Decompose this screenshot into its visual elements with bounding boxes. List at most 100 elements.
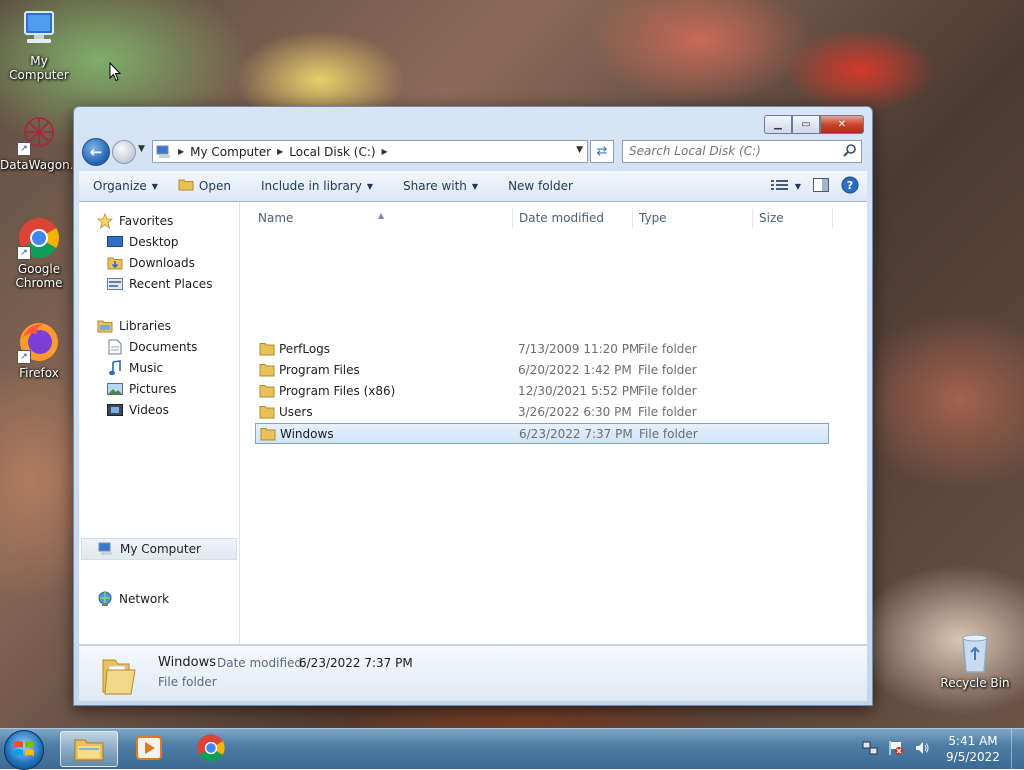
open-label: Open	[198, 179, 231, 193]
open-button[interactable]: Open	[168, 178, 241, 194]
maximize-icon: ▭	[801, 119, 811, 130]
file-row-selected[interactable]: Windows 6/23/2022 7:37 PM File folder	[255, 423, 829, 444]
address-history-icon[interactable]: ▼	[576, 145, 583, 155]
column-header-type[interactable]: Type	[633, 208, 753, 228]
breadcrumb-my-computer[interactable]: My Computer	[186, 145, 275, 159]
libraries-icon	[97, 318, 113, 334]
preview-pane-button[interactable]	[813, 178, 829, 195]
file-row[interactable]: PerfLogs 7/13/2009 11:20 PM File folder	[255, 339, 829, 360]
chevron-down-icon: ▼	[794, 182, 801, 191]
desktop-icon-firefox[interactable]: ↗ Firefox	[0, 320, 78, 380]
search-box[interactable]	[622, 140, 862, 163]
nav-label: Network	[119, 592, 170, 606]
taskbar-app-chrome[interactable]	[182, 731, 240, 767]
taskbar-app-explorer[interactable]	[60, 731, 118, 767]
file-date: 6/23/2022 7:37 PM	[519, 427, 633, 441]
breadcrumb-local-disk[interactable]: Local Disk (C:)	[285, 145, 379, 159]
file-date: 7/13/2009 11:20 PM	[518, 342, 640, 356]
volume-icon[interactable]	[914, 740, 930, 759]
breadcrumb-separator-icon[interactable]: ▶	[380, 147, 390, 156]
details-date-value: 6/23/2022 7:37 PM	[299, 656, 413, 670]
folder-icon	[260, 427, 276, 444]
file-type: File folder	[639, 427, 698, 441]
nav-item-downloads[interactable]: Downloads	[107, 255, 195, 271]
refresh-button[interactable]: ⇄	[590, 140, 614, 163]
folder-icon	[259, 405, 275, 422]
nav-item-my-computer[interactable]: My Computer	[81, 538, 237, 560]
mouse-cursor-icon	[109, 61, 122, 85]
downloads-folder-icon	[107, 255, 123, 271]
network-status-icon[interactable]	[862, 740, 878, 759]
minimize-button[interactable]: ▁	[764, 115, 792, 134]
desktop-icon-label: Recycle Bin	[940, 676, 1010, 690]
details-name: Windows	[158, 655, 217, 670]
taskbar-app-media-player[interactable]	[120, 731, 178, 767]
nav-item-desktop[interactable]: Desktop	[107, 234, 179, 250]
desktop-icon-label: Firefox	[19, 366, 59, 380]
help-button[interactable]: ?	[841, 176, 859, 197]
windows-logo-icon	[13, 739, 35, 762]
folder-icon	[259, 384, 275, 401]
chevron-down-icon: ▼	[471, 181, 479, 191]
maximize-button[interactable]: ▭	[792, 115, 820, 134]
column-header-label: Type	[639, 211, 667, 225]
desktop-icon-google-chrome[interactable]: ↗ Google Chrome	[0, 216, 78, 290]
new-folder-label: New folder	[508, 179, 573, 193]
file-name: PerfLogs	[279, 342, 331, 356]
pictures-icon	[107, 381, 123, 397]
file-row[interactable]: Users 3/26/2022 6:30 PM File folder	[255, 402, 829, 423]
share-with-button[interactable]: Share with ▼	[383, 179, 488, 193]
nav-label: Downloads	[129, 256, 195, 270]
organize-button[interactable]: Organize ▼	[79, 179, 168, 193]
nav-item-libraries[interactable]: Libraries	[97, 318, 171, 334]
desktop-icon-my-computer[interactable]: My Computer	[0, 8, 78, 82]
file-name: Users	[279, 405, 313, 419]
column-header-label: Size	[759, 211, 784, 225]
column-header-name[interactable]: Name ▲	[240, 208, 513, 228]
forward-button[interactable]	[112, 140, 136, 164]
nav-item-documents[interactable]: Documents	[107, 339, 197, 355]
nav-label: My Computer	[120, 542, 201, 556]
recent-pages-button[interactable]: ▼	[138, 144, 145, 154]
file-row[interactable]: Program Files (x86) 12/30/2021 5:52 PM F…	[255, 381, 829, 402]
column-header-size[interactable]: Size	[753, 208, 833, 228]
nav-label: Documents	[129, 340, 198, 354]
large-folder-icon	[99, 654, 139, 699]
file-row[interactable]: Program Files 6/20/2022 1:42 PM File fol…	[255, 360, 829, 381]
include-in-library-button[interactable]: Include in library ▼	[241, 179, 383, 193]
breadcrumb-separator-icon[interactable]: ▶	[176, 147, 186, 156]
close-button[interactable]: ✕	[820, 115, 864, 134]
nav-item-videos[interactable]: Videos	[107, 402, 169, 418]
folder-icon	[259, 363, 275, 380]
column-header-date-modified[interactable]: Date modified	[513, 208, 633, 228]
breadcrumb-separator-icon[interactable]: ▶	[275, 147, 285, 156]
back-button[interactable]: ←	[82, 138, 110, 166]
explorer-icon	[73, 734, 105, 765]
network-icon	[97, 591, 113, 607]
refresh-icon: ⇄	[596, 144, 608, 159]
details-date-label: Date modified:	[217, 656, 307, 670]
nav-item-music[interactable]: Music	[107, 360, 163, 376]
action-center-flag-icon[interactable]	[888, 740, 904, 759]
help-icon: ?	[841, 176, 859, 197]
nav-item-network[interactable]: Network	[97, 591, 169, 607]
show-desktop-button[interactable]	[1011, 729, 1024, 769]
taskbar-clock[interactable]: 5:41 AM 9/5/2022	[935, 733, 1011, 765]
nav-item-favorites[interactable]: Favorites	[97, 213, 173, 229]
search-input[interactable]	[623, 141, 829, 160]
file-type: File folder	[638, 363, 697, 377]
desktop-icon-recycle-bin[interactable]: Recycle Bin	[936, 630, 1014, 690]
start-button[interactable]	[4, 730, 44, 770]
explorer-panes: Favorites Desktop Downloads Recent Place…	[79, 202, 867, 644]
nav-item-pictures[interactable]: Pictures	[107, 381, 177, 397]
nav-item-recent-places[interactable]: Recent Places	[107, 276, 212, 292]
new-folder-button[interactable]: New folder	[488, 179, 583, 193]
address-bar[interactable]: ▶ My Computer ▶ Local Disk (C:) ▶ ▼	[152, 140, 588, 163]
minimize-icon: ▁	[774, 119, 782, 130]
firefox-icon: ↗	[17, 320, 61, 364]
desktop-icon-datawagon[interactable]: ↗ DataWagon...	[0, 112, 81, 172]
preview-pane-icon	[813, 178, 829, 195]
search-icon[interactable]	[843, 143, 857, 160]
change-view-button[interactable]: ▼	[770, 179, 801, 194]
nav-label: Libraries	[119, 319, 171, 333]
